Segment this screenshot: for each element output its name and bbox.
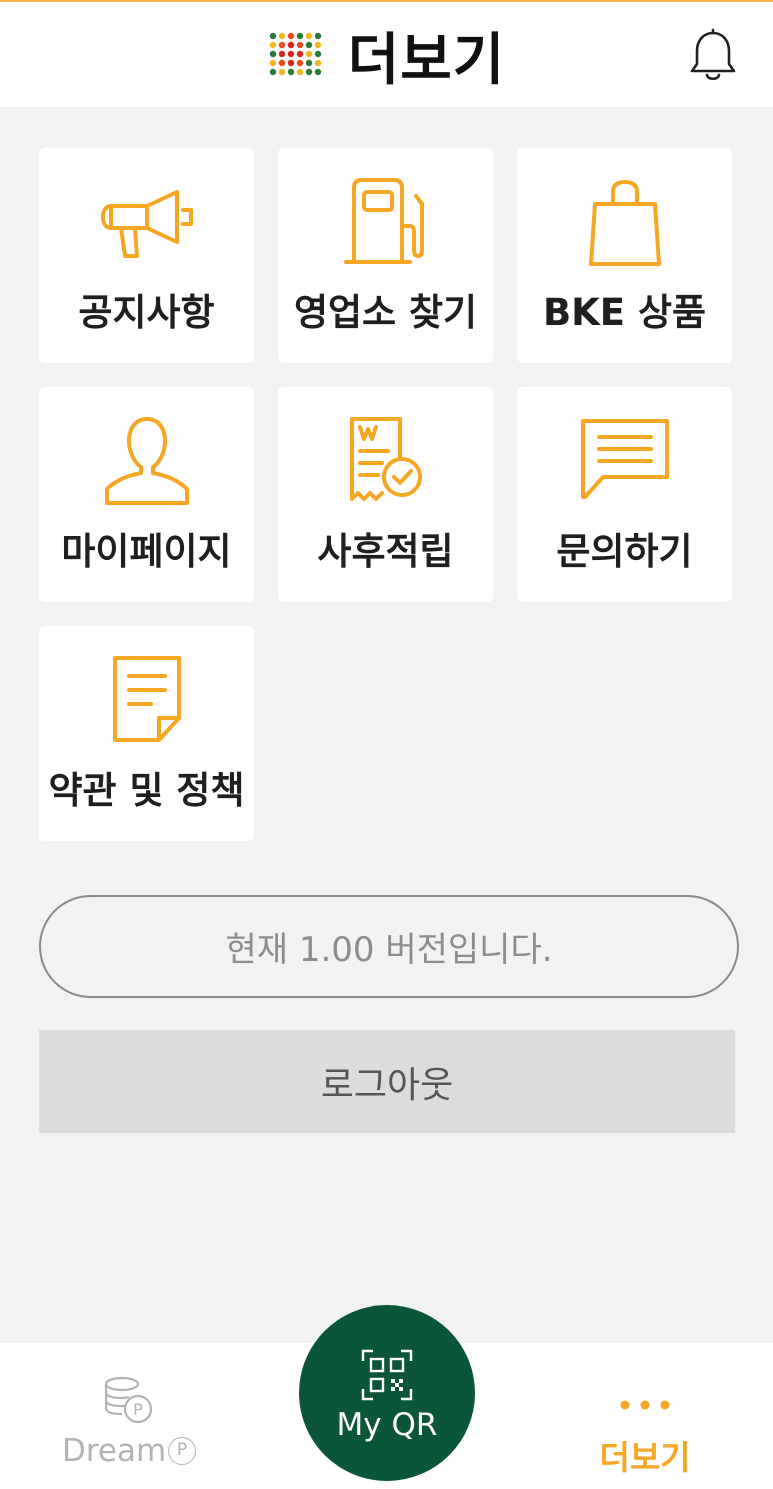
nav-dream-label: Dream — [62, 1433, 167, 1469]
page-title: 더보기 — [347, 28, 506, 93]
person-icon — [104, 417, 189, 505]
tile-label: 영업소 찾기 — [293, 291, 478, 334]
tile-label: 마이페이지 — [61, 530, 232, 573]
coin-stack-icon: P — [104, 1376, 153, 1424]
receipt-check-icon — [349, 417, 422, 501]
tile-label: 약관 및 정책 — [48, 769, 245, 812]
bell-icon[interactable] — [687, 28, 739, 84]
version-info: 현재 1.00 버전입니다. — [39, 895, 739, 998]
tile-label: BKE 상품 — [542, 291, 707, 334]
nav-dream[interactable]: P Dream P — [40, 1373, 220, 1473]
point-badge: P — [168, 1437, 196, 1465]
document-icon — [112, 656, 181, 742]
nav-more[interactable]: 더보기 — [575, 1373, 715, 1477]
svg-text:P: P — [133, 1400, 143, 1419]
logout-button[interactable]: 로그아웃 — [39, 1030, 735, 1133]
shopping-bag-icon — [588, 180, 661, 266]
tile-post-accrual[interactable]: 사후적립 — [278, 387, 493, 602]
tile-mypage[interactable]: 마이페이지 — [39, 387, 254, 602]
header-bar: 더보기 — [0, 0, 773, 107]
gas-pump-icon — [343, 178, 424, 264]
chat-bubble-icon — [580, 419, 669, 499]
qr-code-icon — [361, 1349, 413, 1401]
tile-label: 사후적립 — [317, 530, 454, 573]
nav-more-label: 더보기 — [599, 1438, 691, 1477]
my-qr-button[interactable]: My QR — [299, 1305, 475, 1481]
dot-grid-logo — [269, 32, 321, 75]
tile-label: 문의하기 — [556, 530, 693, 573]
tile-notice[interactable]: 공지사항 — [39, 148, 254, 363]
my-qr-label: My QR — [336, 1407, 438, 1443]
more-dots-icon — [620, 1400, 670, 1410]
tile-inquiry[interactable]: 문의하기 — [517, 387, 732, 602]
tile-bke-products[interactable]: BKE 상품 — [517, 148, 732, 363]
tile-terms-policy[interactable]: 약관 및 정책 — [39, 626, 254, 841]
tile-label: 공지사항 — [78, 291, 215, 334]
megaphone-icon — [100, 190, 193, 258]
tile-find-station[interactable]: 영업소 찾기 — [278, 148, 493, 363]
header-title-group: 더보기 — [0, 2, 773, 109]
